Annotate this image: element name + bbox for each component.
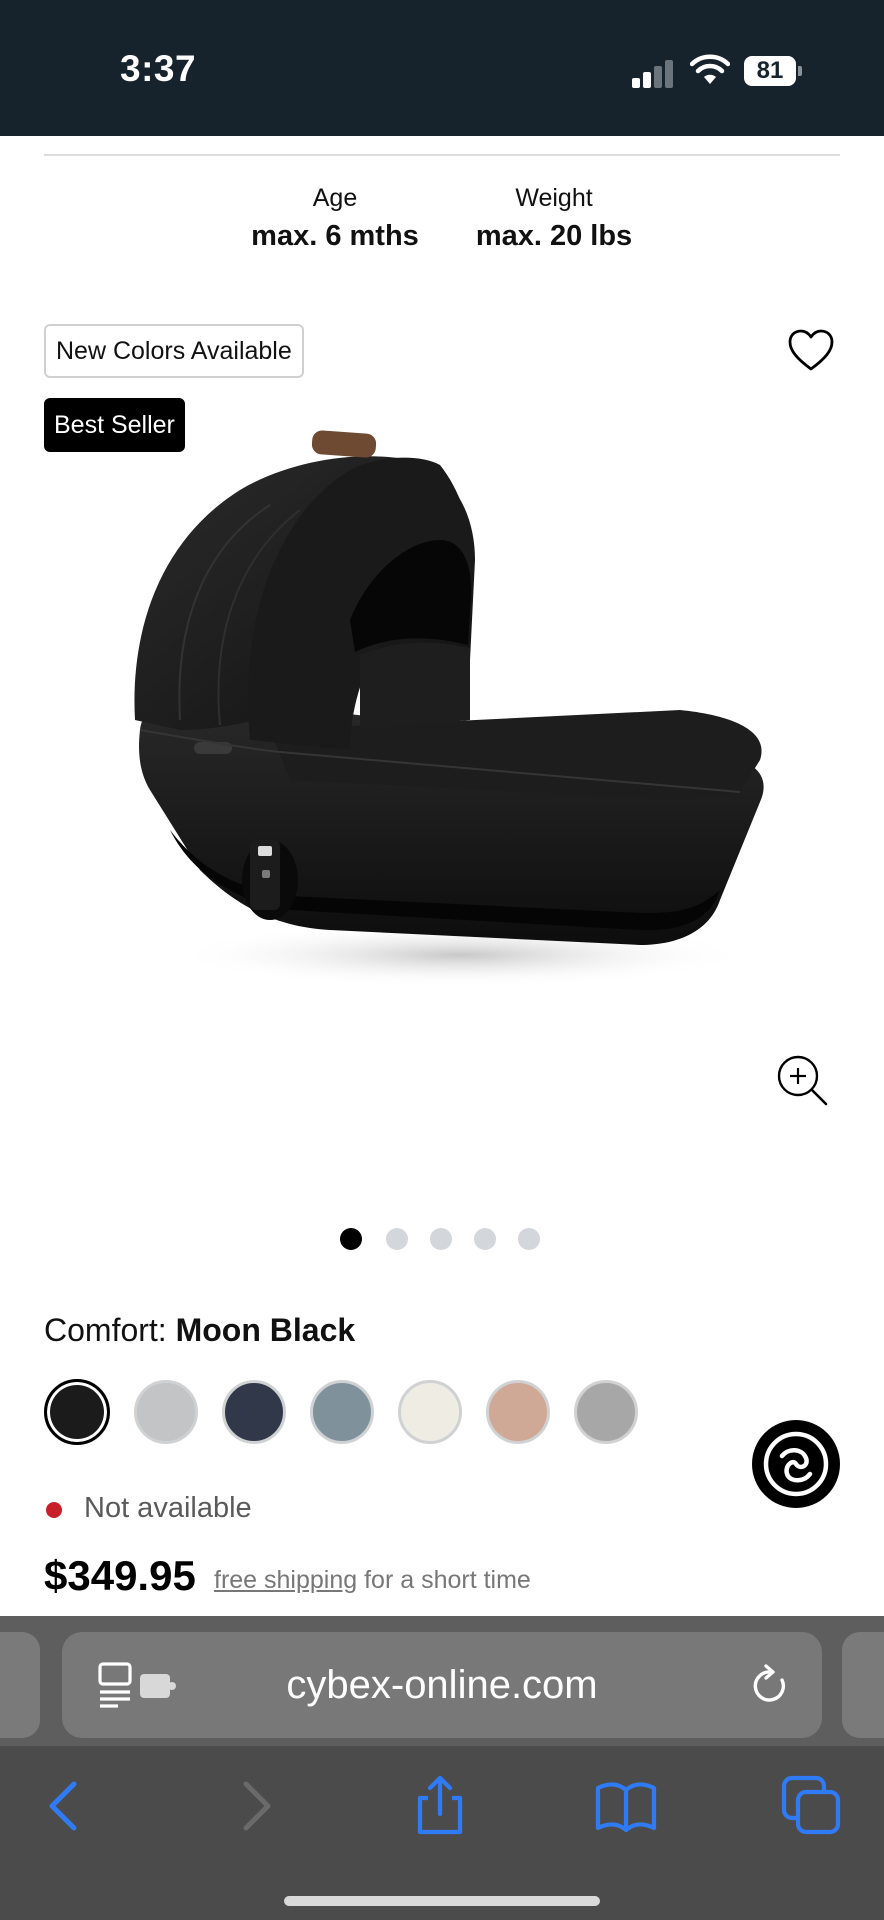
url-text: cybex-online.com (286, 1663, 598, 1707)
carousel-dot[interactable] (386, 1228, 408, 1250)
zoom-icon[interactable] (776, 1054, 830, 1108)
battery-icon: 81 (744, 56, 802, 86)
spec-weight-label: Weight (515, 184, 593, 212)
divider (44, 154, 840, 156)
browser-toolbar (0, 1746, 884, 1920)
carousel-dot[interactable] (430, 1228, 452, 1250)
color-swatch[interactable] (134, 1380, 198, 1444)
carousel-dot[interactable] (518, 1228, 540, 1250)
reload-icon[interactable] (748, 1662, 792, 1708)
color-swatch[interactable] (486, 1380, 550, 1444)
product-image[interactable] (120, 430, 780, 1030)
wifi-icon (690, 54, 730, 84)
color-swatch[interactable] (574, 1380, 638, 1444)
spec-age-label: Age (312, 184, 358, 212)
forward-icon[interactable] (222, 1774, 286, 1838)
availability-text: Not available (84, 1492, 252, 1524)
new-colors-badge: New Colors Available (44, 324, 304, 378)
previous-tab-preview[interactable] (0, 1632, 40, 1738)
color-swatch[interactable] (222, 1380, 286, 1444)
back-icon[interactable] (34, 1774, 98, 1838)
color-swatch[interactable] (398, 1380, 462, 1444)
chat-logo-icon (763, 1431, 829, 1497)
shipping-suffix: for a short time (364, 1566, 531, 1594)
screen: 3:37 81 Age max. 6 mths Weight max. 20 l… (0, 0, 884, 1920)
color-swatch-moon-black[interactable] (44, 1379, 110, 1445)
color-swatch[interactable] (310, 1380, 374, 1444)
status-time: 3:37 (120, 48, 197, 89)
cellular-signal-icon (632, 56, 676, 88)
chat-button[interactable] (752, 1420, 840, 1508)
price: $349.95 (44, 1552, 196, 1599)
carousel-dot[interactable] (474, 1228, 496, 1250)
address-bar[interactable]: cybex-online.com (62, 1632, 822, 1738)
free-shipping-link[interactable]: free shipping (214, 1566, 357, 1594)
spec-weight: Weight max. 20 lbs (462, 180, 646, 256)
next-tab-preview[interactable] (842, 1632, 884, 1738)
spec-age: Age max. 6 mths (240, 180, 430, 256)
status-bar: 3:37 81 (0, 0, 884, 136)
availability-status-dot (46, 1502, 62, 1518)
spec-age-value: max. 6 mths (251, 220, 419, 252)
shipping-note: free shipping for a short time (214, 1566, 531, 1595)
color-selector-label: Comfort: Moon Black (44, 1312, 355, 1349)
bookmarks-icon[interactable] (594, 1774, 658, 1838)
selected-color-name: Moon Black (175, 1312, 356, 1348)
tabs-icon[interactable] (780, 1774, 844, 1838)
battery-level: 81 (744, 56, 796, 86)
browser-chrome: cybex-online.com (0, 1616, 884, 1920)
wishlist-heart-icon[interactable] (786, 326, 836, 376)
spec-weight-value: max. 20 lbs (475, 220, 633, 252)
carousel-dot[interactable] (340, 1228, 362, 1250)
share-icon[interactable] (408, 1774, 472, 1838)
color-selector-prefix: Comfort: (44, 1312, 167, 1348)
home-indicator[interactable] (284, 1896, 600, 1906)
